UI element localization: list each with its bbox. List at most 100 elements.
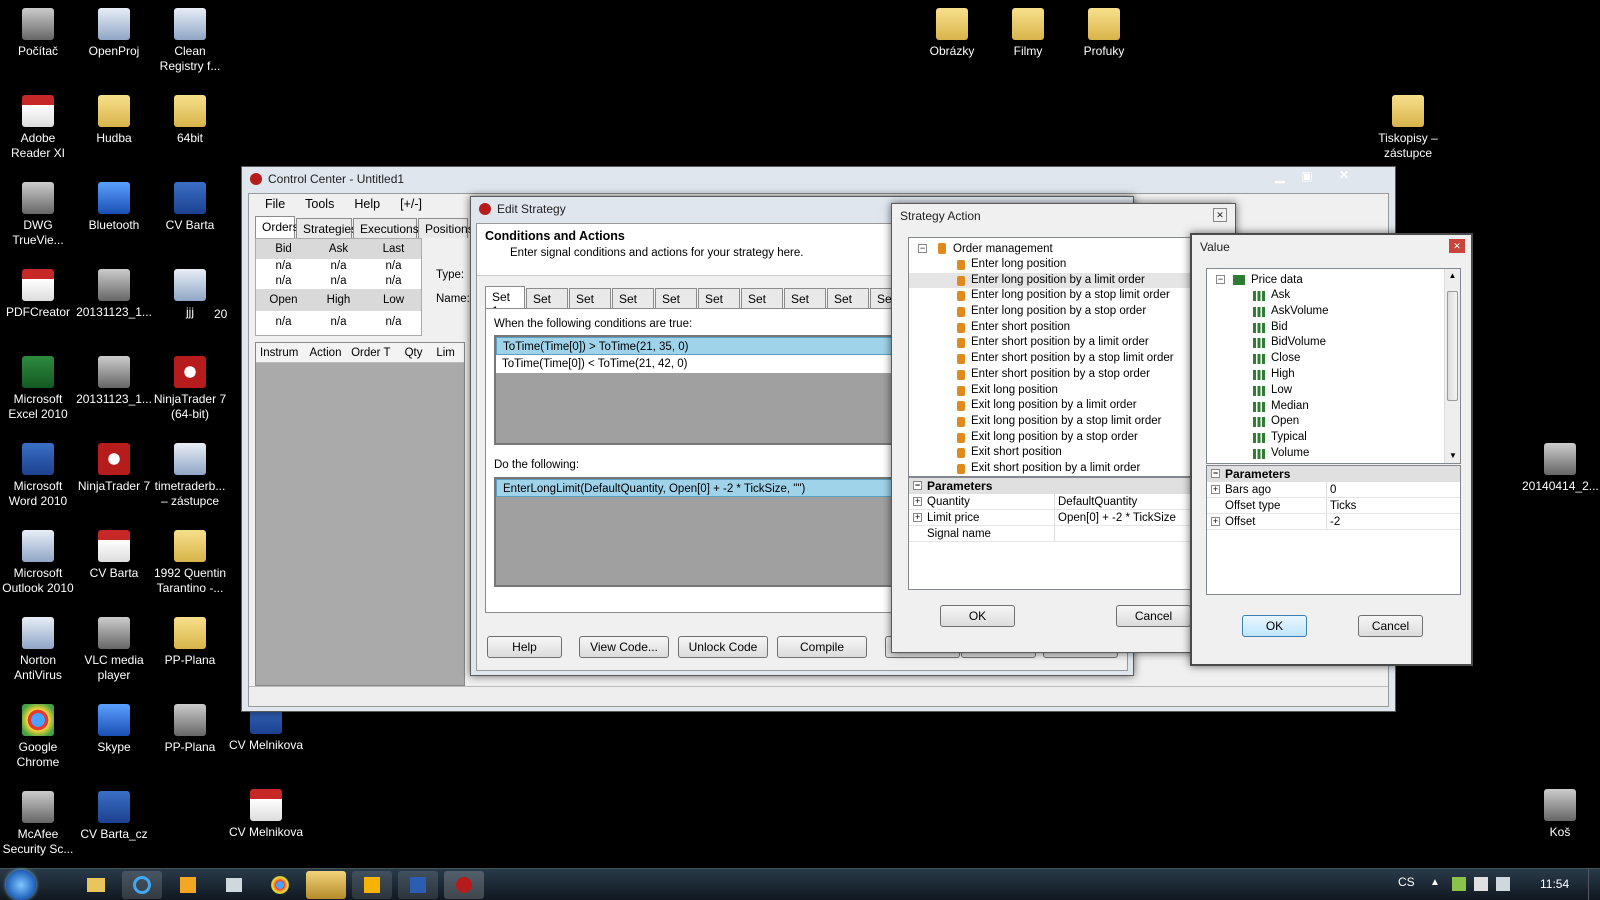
- action-item[interactable]: Enter long position by a stop limit orde…: [909, 288, 1190, 304]
- action-item[interactable]: Exit long position: [909, 383, 1190, 399]
- param-row[interactable]: + Quantity DefaultQuantity: [909, 494, 1190, 510]
- compile-button[interactable]: Compile: [777, 636, 867, 658]
- desktop-icon[interactable]: DWG TrueVie...: [0, 176, 76, 248]
- desktop-icon[interactable]: Norton AntiVirus: [0, 611, 76, 683]
- tray-flag-icon[interactable]: [1474, 877, 1488, 891]
- action-item[interactable]: Exit long position by a stop order: [909, 430, 1190, 446]
- desktop-icon[interactable]: CV Melnikova: [228, 783, 304, 840]
- param-value[interactable]: 0: [1327, 482, 1460, 497]
- price-data-item[interactable]: Low: [1207, 383, 1460, 399]
- ok-button[interactable]: OK: [1242, 615, 1307, 637]
- minimize-icon[interactable]: ▁: [1267, 169, 1293, 187]
- tab-set-1[interactable]: Set 1: [485, 286, 525, 318]
- param-value[interactable]: -2: [1327, 514, 1460, 529]
- col-limit[interactable]: Lim: [430, 343, 464, 362]
- tab-set-2[interactable]: Set 2: [526, 288, 568, 320]
- price-data-item[interactable]: Close: [1207, 351, 1460, 367]
- action-item[interactable]: Enter long position: [909, 257, 1190, 273]
- param-row[interactable]: Offset type Ticks: [1207, 498, 1460, 514]
- action-item[interactable]: Enter long position by a stop order: [909, 304, 1190, 320]
- scrollbar[interactable]: ▲ ▼: [1444, 269, 1460, 463]
- tray-arrow-icon[interactable]: ▲: [1430, 877, 1440, 888]
- desktop-icon[interactable]: 1992 Quentin Tarantino -...: [152, 524, 228, 596]
- ninjatrader-taskbar-icon[interactable]: [444, 871, 484, 899]
- param-row[interactable]: Signal name: [909, 526, 1190, 542]
- tab-set-5[interactable]: Set 5: [655, 288, 697, 320]
- action-item[interactable]: Exit short position: [909, 445, 1190, 461]
- desktop-icon[interactable]: Hudba: [76, 89, 152, 146]
- desktop-icon[interactable]: Filmy: [990, 2, 1066, 59]
- menu-expand[interactable]: [+/-]: [392, 197, 430, 213]
- action-item[interactable]: Enter short position by a stop order: [909, 367, 1190, 383]
- action-item[interactable]: Exit long position by a stop limit order: [909, 414, 1190, 430]
- collapse-icon[interactable]: −: [918, 244, 927, 253]
- desktop-icon[interactable]: PDFCreator: [0, 263, 76, 320]
- action-item[interactable]: Enter short position: [909, 320, 1190, 336]
- help-button[interactable]: Help: [487, 636, 562, 658]
- desktop-icon[interactable]: Google Chrome: [0, 698, 76, 770]
- desktop-icon[interactable]: Clean Registry f...: [152, 2, 228, 74]
- show-desktop-button[interactable]: [1588, 869, 1600, 900]
- tab-orders[interactable]: Orders: [255, 216, 299, 238]
- tray-network-icon[interactable]: [1452, 877, 1466, 891]
- scroll-up-icon[interactable]: ▲: [1445, 269, 1460, 283]
- app-taskbar-icon[interactable]: [214, 871, 254, 899]
- tree-root[interactable]: − Order management: [909, 241, 1190, 257]
- col-instrument[interactable]: Instrum: [256, 343, 306, 362]
- tab-executions[interactable]: Executions: [353, 218, 419, 238]
- close-icon[interactable]: ✕: [1213, 208, 1227, 222]
- desktop-icon[interactable]: CV Barta_cz: [76, 785, 152, 842]
- desktop-icon[interactable]: NinjaTrader 7 (64-bit): [152, 350, 228, 422]
- tab-set-4[interactable]: Set 4: [612, 288, 654, 320]
- expand-icon[interactable]: +: [913, 513, 922, 522]
- collapse-icon[interactable]: −: [1216, 275, 1225, 284]
- menu-tools[interactable]: Tools: [297, 197, 342, 213]
- desktop-icon[interactable]: CV Barta: [76, 524, 152, 581]
- action-item[interactable]: Enter long position by a limit order: [909, 272, 1190, 289]
- action-item[interactable]: Enter short position by a stop limit ord…: [909, 351, 1190, 367]
- tab-set-9[interactable]: Set 9: [827, 288, 869, 320]
- tree-root[interactable]: − Price data: [1207, 272, 1460, 288]
- menu-file[interactable]: File: [257, 197, 293, 213]
- close-icon[interactable]: ✕: [1322, 168, 1366, 188]
- desktop-icon[interactable]: NinjaTrader 7: [76, 437, 152, 494]
- desktop-icon[interactable]: 20131123_1...: [76, 263, 152, 320]
- param-value[interactable]: [1055, 526, 1190, 541]
- language-indicator[interactable]: CS: [1398, 875, 1415, 889]
- tab-strategies[interactable]: Strategies: [296, 218, 357, 238]
- view-code-button[interactable]: View Code...: [579, 636, 669, 658]
- expand-icon[interactable]: +: [1211, 485, 1220, 494]
- param-value[interactable]: Open[0] + -2 * TickSize: [1055, 510, 1190, 525]
- maximize-icon[interactable]: ▣: [1294, 169, 1320, 187]
- tab-positions[interactable]: Positions: [418, 218, 474, 238]
- desktop-icon[interactable]: Microsoft Outlook 2010: [0, 524, 76, 596]
- desktop-icon[interactable]: PP-Plana: [152, 698, 228, 755]
- collapse-icon[interactable]: −: [1211, 469, 1220, 478]
- desktop-icon[interactable]: 20: [214, 265, 234, 322]
- outlook-taskbar-icon[interactable]: [352, 871, 392, 899]
- price-data-item[interactable]: Volume: [1207, 446, 1460, 462]
- desktop-icon[interactable]: Skype: [76, 698, 152, 755]
- tab-set-3[interactable]: Set 3: [569, 288, 611, 320]
- desktop-icon[interactable]: Tiskopisy – zástupce: [1370, 89, 1446, 161]
- collapse-icon[interactable]: −: [913, 481, 922, 490]
- word-taskbar-icon[interactable]: [398, 871, 438, 899]
- price-data-item[interactable]: Open: [1207, 414, 1460, 430]
- tab-set-8[interactable]: Set 8: [784, 288, 826, 320]
- clock[interactable]: 11:54: [1540, 877, 1569, 891]
- param-value[interactable]: Ticks: [1327, 498, 1460, 513]
- param-row[interactable]: + Bars ago 0: [1207, 482, 1460, 498]
- price-data-item[interactable]: Ask: [1207, 288, 1460, 304]
- col-action[interactable]: Action: [306, 343, 348, 362]
- desktop-icon[interactable]: Adobe Reader XI: [0, 89, 76, 161]
- desktop-icon[interactable]: Microsoft Excel 2010: [0, 350, 76, 422]
- price-data-item[interactable]: BidVolume: [1207, 335, 1460, 351]
- action-item[interactable]: Exit long position by a limit order: [909, 398, 1190, 414]
- action-item[interactable]: Enter short position by a limit order: [909, 335, 1190, 351]
- tray-power-icon[interactable]: [1496, 877, 1510, 891]
- desktop-icon[interactable]: 20140414_2...: [1522, 437, 1599, 494]
- start-button[interactable]: [6, 870, 36, 900]
- desktop-icon[interactable]: Profuky: [1066, 2, 1142, 59]
- price-data-item[interactable]: Bid: [1207, 320, 1460, 336]
- desktop-icon[interactable]: PP-Plana: [152, 611, 228, 668]
